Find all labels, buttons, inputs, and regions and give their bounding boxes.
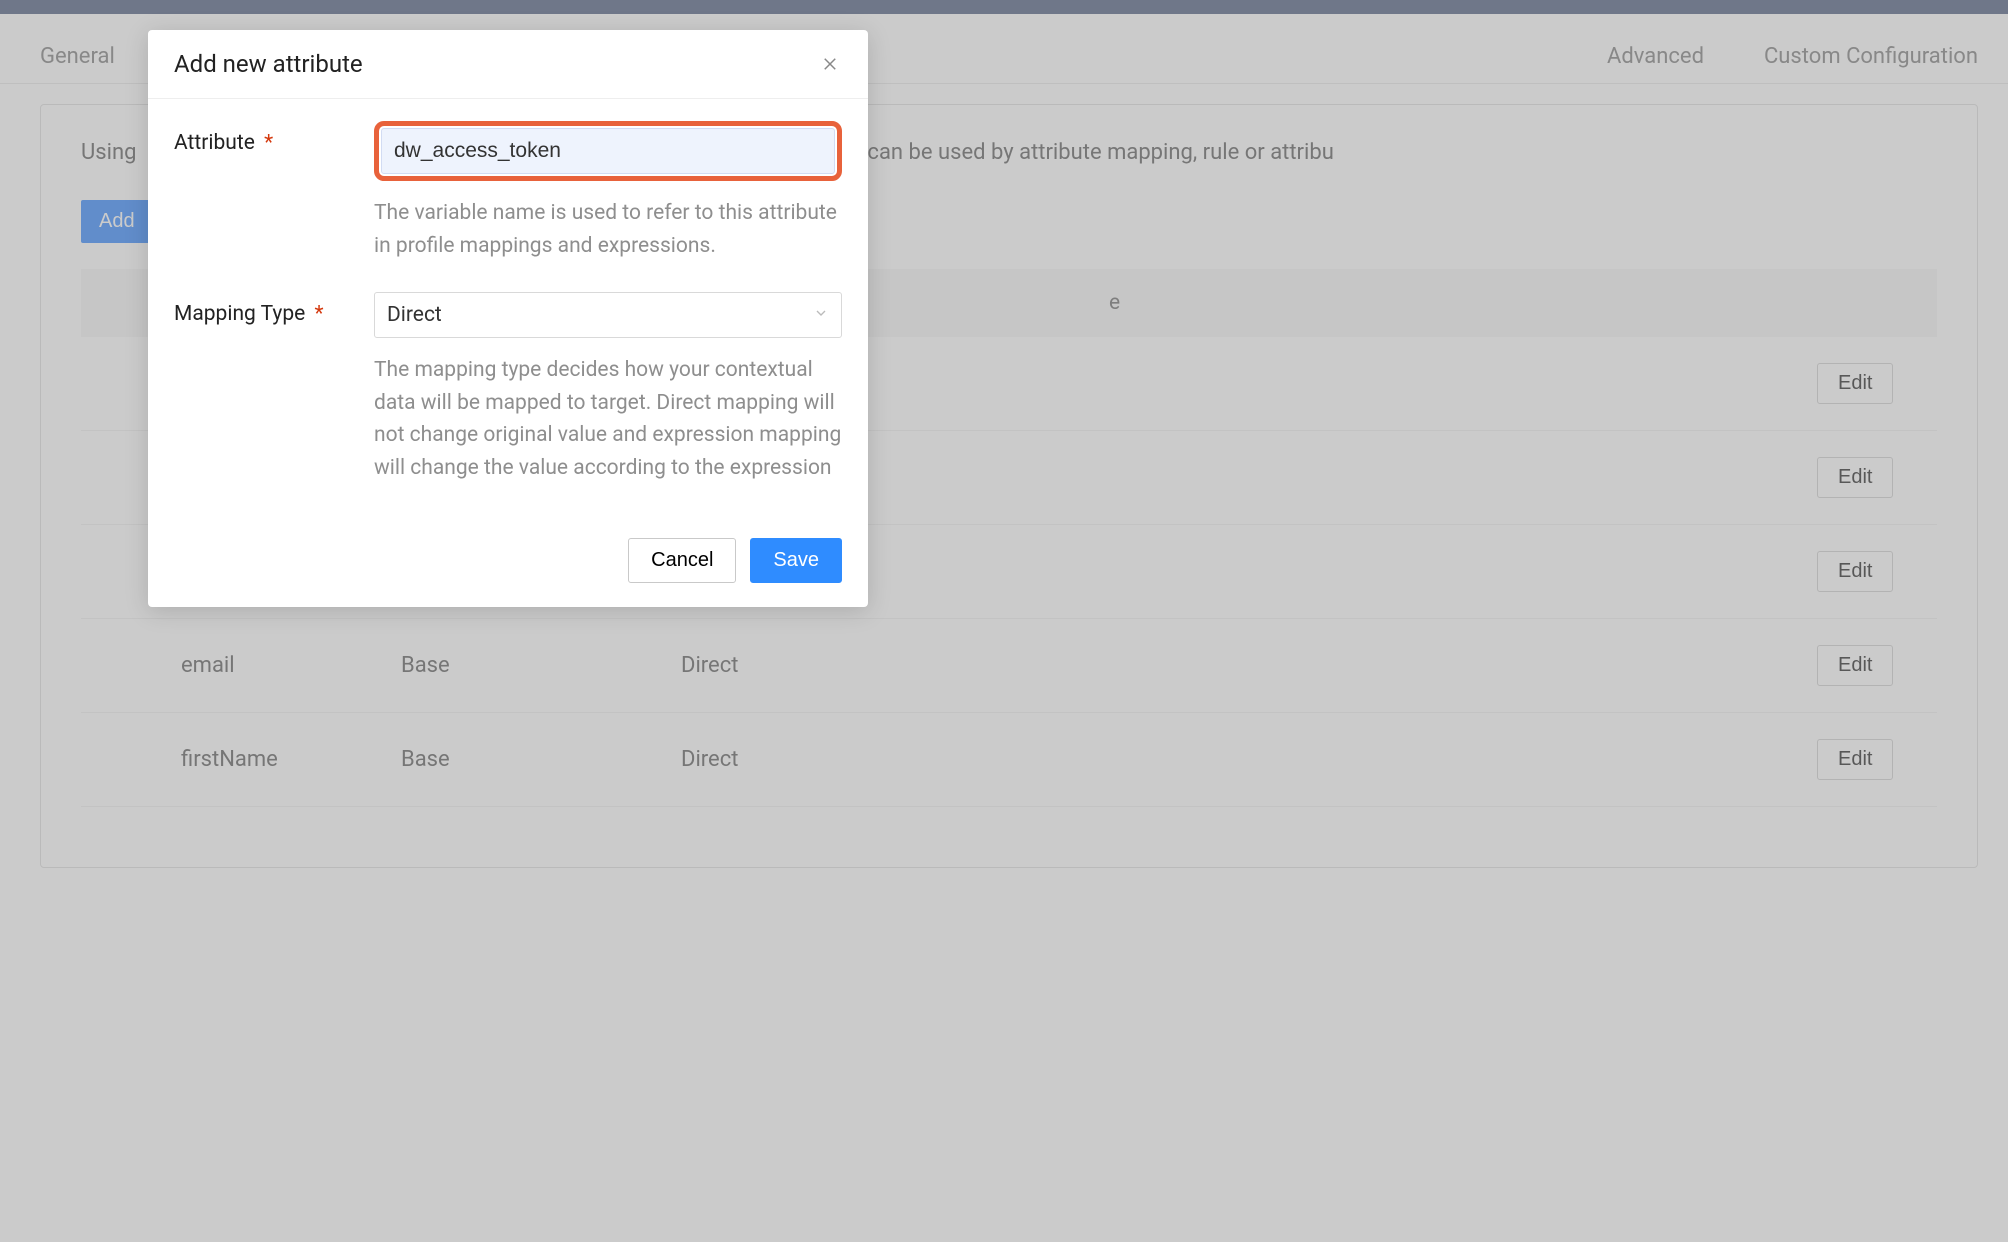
required-marker: * [264,131,273,155]
modal-body: Attribute * The variable name is used to… [148,99,868,522]
modal-title: Add new attribute [174,50,363,78]
mapping-type-help-text: The mapping type decides how your contex… [374,354,842,484]
save-button[interactable]: Save [750,538,842,583]
add-attribute-modal: Add new attribute Attribute * The v [148,30,868,607]
chevron-down-icon [813,303,829,327]
mapping-type-selected-value: Direct [387,303,442,327]
close-icon[interactable] [818,52,842,76]
attribute-label-text: Attribute [174,131,255,155]
mapping-type-label-text: Mapping Type [174,302,305,326]
attribute-help-text: The variable name is used to refer to th… [374,197,842,262]
modal-overlay[interactable]: Add new attribute Attribute * The v [0,0,2008,1242]
attribute-input[interactable] [381,128,835,174]
modal-header: Add new attribute [148,30,868,99]
mapping-type-label: Mapping Type * [174,292,374,484]
required-marker: * [315,302,324,326]
cancel-button[interactable]: Cancel [628,538,736,583]
mapping-type-select[interactable]: Direct [374,292,842,338]
mapping-type-row: Mapping Type * Direct The mapping type d… [174,292,842,484]
attribute-input-highlight [374,121,842,181]
attribute-label: Attribute * [174,121,374,262]
modal-footer: Cancel Save [148,522,868,607]
attribute-row: Attribute * The variable name is used to… [174,121,842,262]
